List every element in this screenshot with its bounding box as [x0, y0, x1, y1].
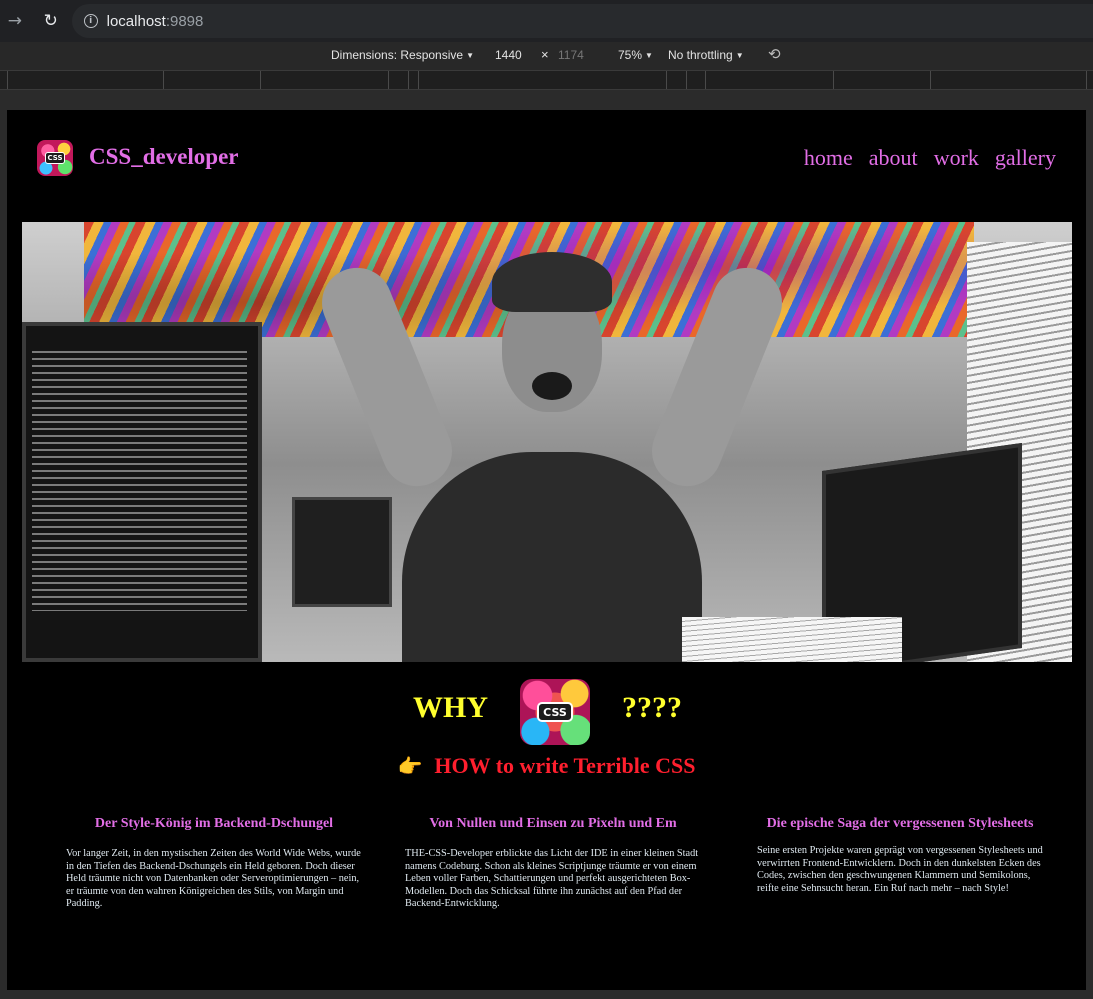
- device-toolbar: Dimensions: Responsive ▼ 1440 × 1174 75% ▼…: [0, 42, 1093, 70]
- info-icon[interactable]: i: [83, 14, 98, 28]
- zoom-dropdown[interactable]: 75% ▼: [618, 48, 653, 62]
- rotate-icon[interactable]: ⟲: [768, 45, 781, 63]
- width-input[interactable]: 1440: [495, 48, 522, 62]
- column-text: THE-CSS-Developer erblickte das Licht de…: [405, 848, 699, 910]
- css-badge: CSS: [537, 702, 573, 722]
- nav-gallery[interactable]: gallery: [995, 145, 1056, 171]
- howto-row: 👉 HOW to write Terrible CSS: [7, 753, 1086, 779]
- hero-image: [22, 222, 1072, 662]
- ruler-tick: [418, 71, 419, 89]
- ruler-tick: [408, 71, 409, 89]
- caret-down-icon: ▼: [735, 51, 744, 61]
- ruler-tick: [7, 71, 8, 89]
- height-input[interactable]: 1174: [558, 48, 584, 62]
- person-body: [402, 452, 702, 662]
- throttling-dropdown[interactable]: No throttling ▼: [668, 48, 744, 62]
- main-nav: home about work gallery: [804, 145, 1056, 171]
- ruler-tick: [260, 71, 261, 89]
- arrow-right-icon[interactable]: →: [4, 10, 26, 32]
- why-heading: WHY CSS ????: [7, 675, 1086, 745]
- css-logo-icon: CSS: [520, 679, 590, 745]
- monitor-left: [22, 322, 262, 662]
- ruler-tick: [388, 71, 389, 89]
- ruler-tick: [930, 71, 931, 89]
- ruler-tick: [1086, 71, 1087, 89]
- column-title: Der Style-König im Backend-Dschungel: [94, 816, 334, 831]
- address-bar[interactable]: i localhost:9898: [71, 4, 1093, 38]
- why-label: WHY: [413, 691, 488, 724]
- viewport-gutter: [0, 90, 1093, 110]
- howto-link[interactable]: HOW to write Terrible CSS: [434, 753, 695, 778]
- person-hair: [492, 252, 612, 312]
- column-text: Seine ersten Projekte waren geprägt von …: [757, 845, 1043, 894]
- story-column: Die epische Saga der vergessenen Stylesh…: [755, 815, 1045, 895]
- nav-about[interactable]: about: [869, 145, 918, 171]
- times-separator: ×: [541, 47, 549, 62]
- url-text: localhost:9898: [106, 12, 204, 30]
- caret-down-icon: ▼: [645, 51, 653, 61]
- nav-home[interactable]: home: [804, 145, 853, 171]
- why-question-marks: ????: [622, 691, 682, 724]
- code-lines: [32, 351, 247, 611]
- browser-toolbar: → ↻ i localhost:9898: [0, 0, 1093, 42]
- desk-papers: [682, 617, 902, 662]
- pointing-hand-icon: 👉: [397, 754, 423, 778]
- reload-icon[interactable]: ↻: [40, 10, 62, 32]
- story-column: Von Nullen und Einsen zu Pixeln und Em T…: [403, 815, 703, 911]
- site-header: CSS CSS_developer home about work galler…: [7, 110, 1086, 210]
- story-column: Der Style-König im Backend-Dschungel Vor…: [64, 815, 364, 911]
- page-viewport: CSS CSS_developer home about work galler…: [7, 110, 1086, 990]
- media-query-ruler[interactable]: [0, 70, 1093, 90]
- nav-work[interactable]: work: [934, 145, 979, 171]
- ruler-tick: [666, 71, 667, 89]
- bottom-gutter: [0, 990, 1093, 999]
- logo-badge: CSS: [45, 152, 65, 164]
- column-title: Von Nullen und Einsen zu Pixeln und Em: [429, 816, 677, 831]
- ruler-tick: [705, 71, 706, 89]
- column-text: Vor langer Zeit, in den mystischen Zeite…: [66, 848, 361, 910]
- person-mouth: [532, 372, 572, 400]
- small-screen: [292, 497, 392, 607]
- dimensions-dropdown[interactable]: Dimensions: Responsive ▼: [331, 48, 474, 62]
- ruler-tick: [163, 71, 164, 89]
- column-title: Die epische Saga der vergessenen Stylesh…: [766, 816, 1034, 831]
- ruler-tick: [686, 71, 687, 89]
- caret-down-icon: ▼: [466, 51, 474, 61]
- ruler-tick: [833, 71, 834, 89]
- logo-icon[interactable]: CSS: [37, 140, 73, 176]
- brand-title[interactable]: CSS_developer: [89, 144, 239, 170]
